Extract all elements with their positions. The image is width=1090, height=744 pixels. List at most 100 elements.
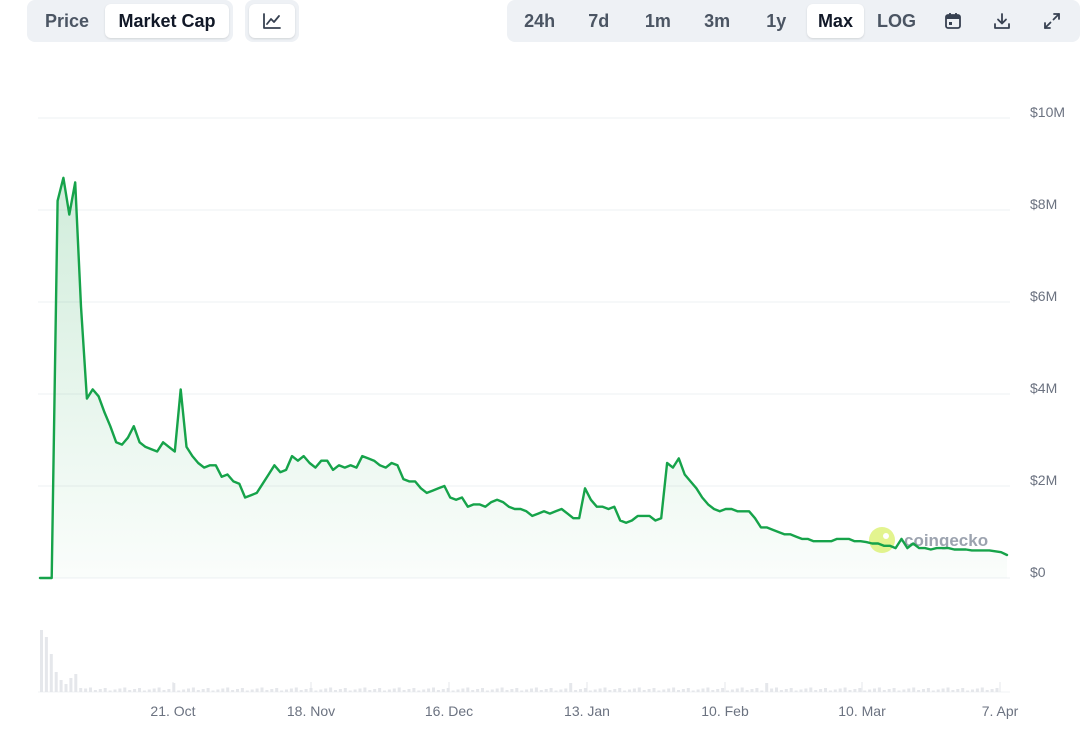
volume-bar bbox=[726, 690, 729, 692]
volume-bar bbox=[324, 688, 328, 692]
volume-bar bbox=[515, 688, 519, 692]
volume-bar bbox=[804, 688, 808, 692]
volume-bar bbox=[569, 683, 573, 692]
volume-bar bbox=[319, 689, 323, 692]
volume-bar bbox=[672, 687, 676, 692]
volume-bar bbox=[505, 690, 509, 692]
volume-bar bbox=[530, 688, 533, 692]
volume-bar bbox=[79, 688, 83, 692]
volume-bar bbox=[574, 690, 578, 692]
volume-bar bbox=[681, 689, 685, 692]
volume-bar bbox=[348, 690, 352, 692]
volume-bar bbox=[926, 688, 930, 692]
volume-bar bbox=[877, 687, 881, 692]
volume-bar bbox=[481, 688, 484, 692]
volume-bar bbox=[730, 689, 734, 692]
x-tick-label: 16. Dec bbox=[425, 703, 473, 719]
volume-bar bbox=[304, 689, 308, 692]
gecko-eye-icon bbox=[883, 533, 889, 539]
volume-bar bbox=[711, 690, 715, 692]
x-tick-label: 13. Jan bbox=[564, 703, 610, 719]
volume-bar bbox=[897, 690, 901, 692]
x-tick-label: 10. Feb bbox=[701, 703, 749, 719]
volume-bar bbox=[40, 630, 43, 692]
volume-bar bbox=[49, 654, 53, 692]
volume-bar bbox=[647, 689, 651, 692]
volume-bar bbox=[373, 689, 377, 692]
volume-bar bbox=[824, 688, 827, 692]
volume-bar bbox=[765, 683, 769, 692]
volume-bar bbox=[593, 689, 597, 692]
volume-bar bbox=[157, 687, 161, 692]
volume-bar bbox=[706, 687, 710, 692]
volume-bar bbox=[329, 687, 333, 692]
volume-bar bbox=[432, 687, 435, 692]
volume-bar bbox=[853, 689, 857, 692]
volume-bar bbox=[167, 689, 171, 692]
volume-bar bbox=[931, 690, 935, 692]
volume-bar bbox=[162, 690, 166, 692]
volume-bar bbox=[510, 689, 514, 692]
volume-bar bbox=[417, 690, 421, 692]
volume-bar bbox=[755, 688, 759, 692]
volume-bar bbox=[128, 690, 132, 692]
volume-bar bbox=[240, 688, 244, 692]
volume-bar bbox=[74, 674, 78, 692]
volume-bar bbox=[412, 688, 416, 692]
volume-bar bbox=[534, 687, 538, 692]
x-tick-label: 10. Mar bbox=[838, 703, 886, 719]
volume-bar bbox=[69, 678, 73, 692]
volume-bar bbox=[177, 690, 181, 692]
volume-bar bbox=[657, 690, 661, 692]
volume-bar bbox=[84, 688, 88, 692]
volume-bar bbox=[892, 688, 896, 692]
volume-bar bbox=[123, 687, 127, 692]
volume-bar bbox=[662, 689, 666, 692]
volume-bars bbox=[38, 630, 1010, 693]
volume-bar bbox=[427, 688, 431, 692]
volume-bar bbox=[226, 687, 230, 692]
x-tick-label: 18. Nov bbox=[287, 703, 335, 719]
volume-bar bbox=[549, 688, 553, 692]
y-tick-label: $0 bbox=[1030, 564, 1046, 580]
volume-bar bbox=[441, 689, 445, 692]
volume-bar bbox=[314, 690, 318, 692]
volume-bar bbox=[378, 688, 382, 692]
volume-bar bbox=[98, 689, 102, 692]
volume-bar bbox=[990, 689, 994, 692]
volume-bar bbox=[980, 687, 984, 692]
volume-bar bbox=[118, 688, 122, 692]
volume-bar bbox=[436, 690, 440, 692]
volume-bar bbox=[250, 689, 254, 692]
x-tick-label: 21. Oct bbox=[150, 703, 195, 719]
volume-bar bbox=[196, 690, 200, 692]
volume-bar bbox=[554, 690, 558, 692]
volume-bar bbox=[779, 690, 783, 692]
volume-bar bbox=[338, 689, 342, 692]
market-cap-area bbox=[40, 177, 1007, 579]
volume-bar bbox=[902, 689, 906, 692]
volume-bar bbox=[613, 689, 617, 692]
volume-bar bbox=[583, 688, 587, 692]
volume-bar bbox=[623, 690, 627, 692]
volume-bar bbox=[721, 688, 725, 692]
volume-bar bbox=[691, 690, 695, 692]
volume-bar bbox=[794, 690, 798, 692]
volume-bar bbox=[799, 689, 803, 692]
volume-bar bbox=[740, 687, 744, 692]
volume-bar bbox=[833, 689, 837, 692]
volume-bar bbox=[632, 688, 636, 692]
volume-bar bbox=[133, 689, 137, 692]
y-axis: $0 $2M $4M $6M $8M $10M bbox=[1030, 104, 1065, 580]
volume-bar bbox=[760, 690, 764, 692]
volume-bar bbox=[476, 689, 480, 692]
gecko-logo-icon bbox=[869, 527, 895, 553]
volume-bar bbox=[941, 688, 945, 692]
y-tick-label: $6M bbox=[1030, 288, 1057, 304]
volume-bar bbox=[863, 690, 867, 692]
volume-bar bbox=[750, 689, 754, 692]
market-cap-chart[interactable]: coingecko $0$2M$4M$6M$8M$10M 21. Oct 18. … bbox=[0, 0, 1090, 744]
volume-bar bbox=[603, 687, 607, 692]
volume-bar bbox=[285, 689, 288, 692]
volume-bar bbox=[451, 690, 455, 692]
